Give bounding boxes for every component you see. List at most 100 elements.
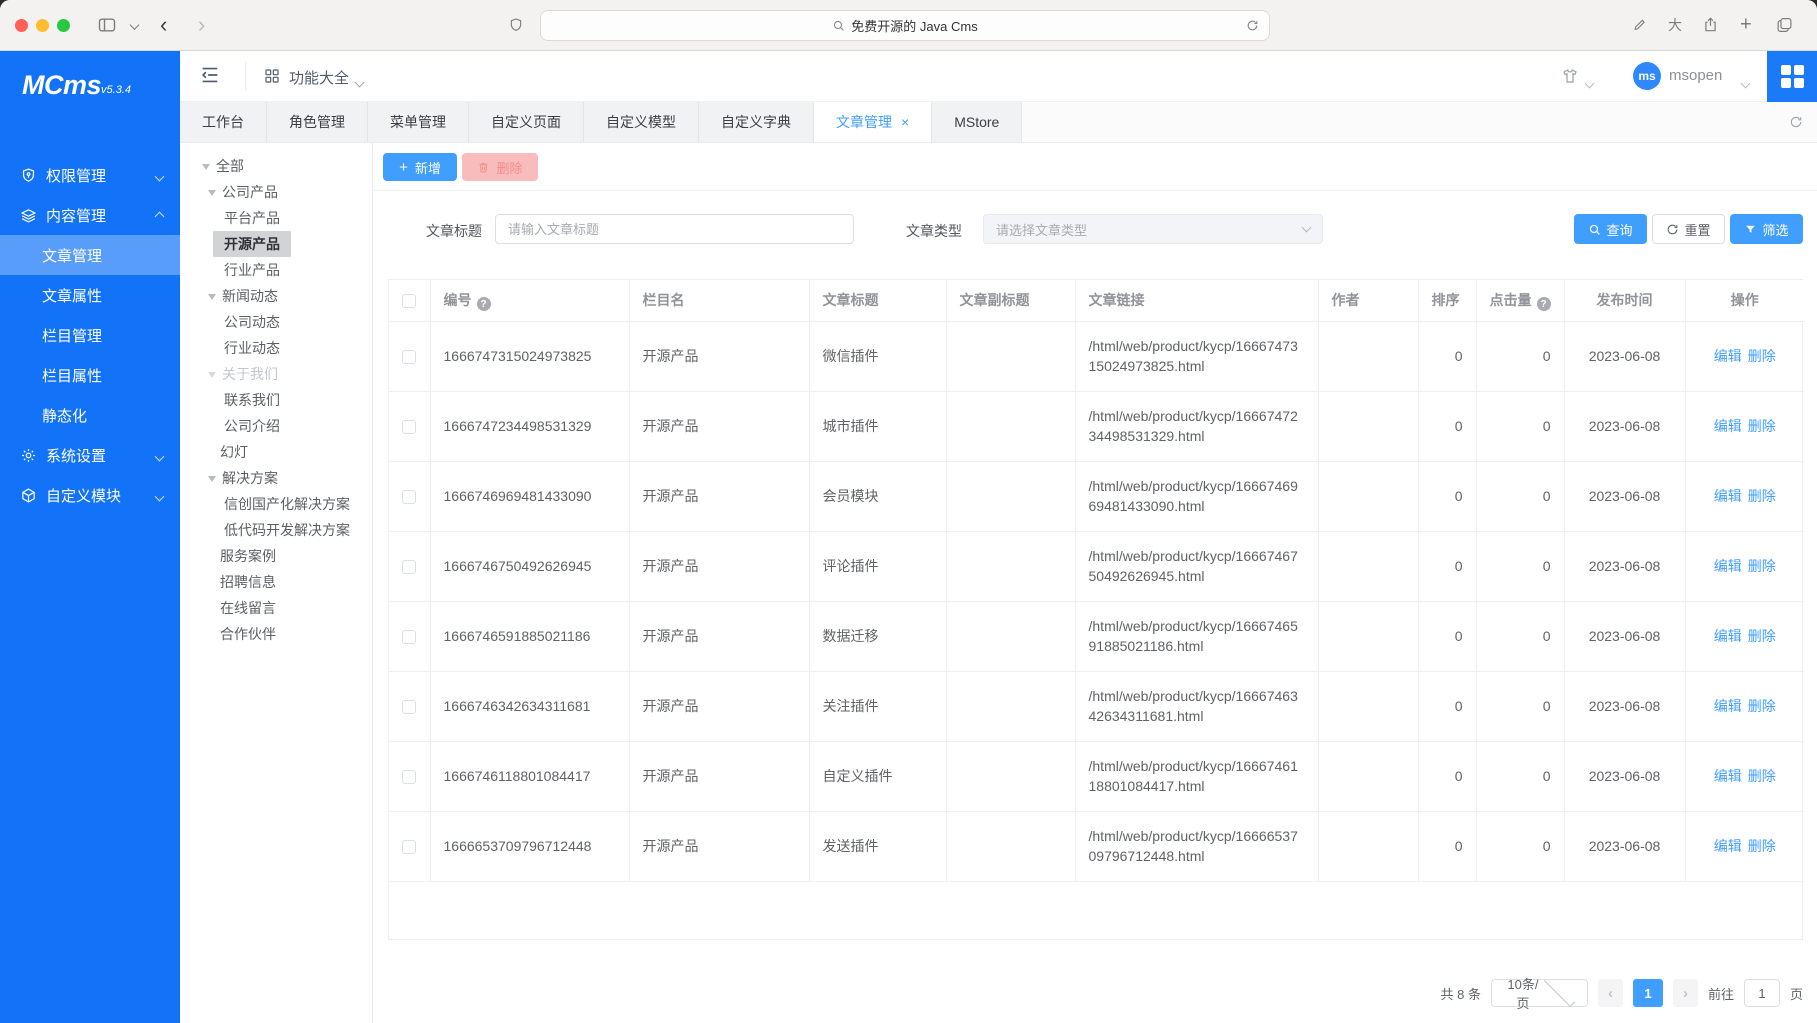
article-type-select[interactable]: 请选择文章类型: [983, 214, 1323, 244]
username-label[interactable]: msopen: [1669, 67, 1722, 84]
tree-node[interactable]: 合作伙伴: [180, 621, 372, 647]
tree-node[interactable]: 幻灯: [180, 439, 372, 465]
search-button[interactable]: 查询: [1574, 214, 1647, 244]
delete-link[interactable]: 删除: [1748, 768, 1776, 784]
sidebar-subitem-article-management[interactable]: 文章管理: [0, 235, 180, 275]
delete-button[interactable]: 删除: [462, 153, 538, 181]
help-icon[interactable]: [477, 297, 491, 311]
close-icon[interactable]: [901, 114, 909, 130]
tree-node[interactable]: 解决方案: [180, 465, 372, 491]
sidebar-chevron-icon[interactable]: [131, 22, 138, 29]
close-window-button[interactable]: [15, 19, 28, 32]
row-checkbox[interactable]: [402, 630, 416, 644]
filter-button[interactable]: 筛选: [1730, 214, 1803, 244]
grid-icon[interactable]: [264, 68, 280, 84]
edit-link[interactable]: 编辑: [1714, 348, 1742, 364]
delete-link[interactable]: 删除: [1748, 348, 1776, 364]
row-checkbox[interactable]: [402, 770, 416, 784]
edit-link[interactable]: 编辑: [1714, 768, 1742, 784]
select-all-checkbox[interactable]: [402, 294, 416, 308]
tab-menu-management[interactable]: 菜单管理: [368, 102, 469, 142]
chevron-down-icon[interactable]: [1586, 74, 1593, 92]
forward-button[interactable]: ›: [198, 14, 205, 36]
delete-link[interactable]: 删除: [1748, 838, 1776, 854]
tree-node[interactable]: 信创国产化解决方案: [180, 491, 372, 517]
compose-icon[interactable]: [1632, 18, 1647, 33]
layout-settings-button[interactable]: [1767, 51, 1817, 102]
translate-icon[interactable]: 大: [1668, 15, 1682, 35]
share-icon[interactable]: [1702, 17, 1719, 34]
theme-tshirt-icon[interactable]: [1561, 67, 1579, 85]
edit-link[interactable]: 编辑: [1714, 698, 1742, 714]
tree-node[interactable]: 联系我们: [180, 387, 372, 413]
tab-custom-page[interactable]: 自定义页面: [469, 102, 584, 142]
tree-node[interactable]: 关于我们: [180, 361, 372, 387]
add-button[interactable]: 新增: [383, 153, 457, 181]
next-page-button[interactable]: [1673, 979, 1698, 1007]
minimize-window-button[interactable]: [36, 19, 49, 32]
sidebar-subitem-static[interactable]: 静态化: [0, 395, 180, 435]
row-checkbox[interactable]: [402, 840, 416, 854]
refresh-tabs-icon[interactable]: [1775, 102, 1817, 142]
tree-node[interactable]: 行业动态: [180, 335, 372, 361]
chevron-down-icon[interactable]: [356, 73, 363, 91]
tree-node[interactable]: 新闻动态: [180, 283, 372, 309]
tree-node[interactable]: 行业产品: [180, 257, 372, 283]
address-bar[interactable]: 免费开源的 Java Cms: [540, 10, 1270, 41]
tree-node[interactable]: 全部: [180, 153, 372, 179]
edit-link[interactable]: 编辑: [1714, 558, 1742, 574]
delete-link[interactable]: 删除: [1748, 628, 1776, 644]
edit-link[interactable]: 编辑: [1714, 628, 1742, 644]
article-title-input[interactable]: [495, 214, 854, 244]
tab-role-management[interactable]: 角色管理: [267, 102, 368, 142]
edit-link[interactable]: 编辑: [1714, 418, 1742, 434]
sidebar-subitem-column-attrs[interactable]: 栏目属性: [0, 355, 180, 395]
tree-node[interactable]: 在线留言: [180, 595, 372, 621]
delete-link[interactable]: 删除: [1748, 698, 1776, 714]
edit-link[interactable]: 编辑: [1714, 838, 1742, 854]
current-page-button[interactable]: 1: [1633, 979, 1663, 1007]
row-checkbox[interactable]: [402, 350, 416, 364]
tree-node[interactable]: 招聘信息: [180, 569, 372, 595]
sidebar-item-content[interactable]: 内容管理: [0, 195, 180, 235]
row-checkbox[interactable]: [402, 420, 416, 434]
sidebar-subitem-column-management[interactable]: 栏目管理: [0, 315, 180, 355]
delete-link[interactable]: 删除: [1748, 488, 1776, 504]
tree-node[interactable]: 服务案例: [180, 543, 372, 569]
back-button[interactable]: ‹: [160, 14, 167, 36]
sidebar-item-system-settings[interactable]: 系统设置: [0, 435, 180, 475]
collapse-menu-icon[interactable]: [199, 64, 225, 90]
row-checkbox[interactable]: [402, 700, 416, 714]
reset-button[interactable]: 重置: [1652, 214, 1725, 244]
sidebar-item-permissions[interactable]: 权限管理: [0, 155, 180, 195]
prev-page-button[interactable]: [1598, 979, 1623, 1007]
new-tab-icon[interactable]: +: [1740, 14, 1752, 37]
tree-node[interactable]: 公司介绍: [180, 413, 372, 439]
tab-custom-model[interactable]: 自定义模型: [584, 102, 699, 142]
sidebar-subitem-article-attrs[interactable]: 文章属性: [0, 275, 180, 315]
sidebar-item-custom-module[interactable]: 自定义模块: [0, 475, 180, 515]
delete-link[interactable]: 删除: [1748, 558, 1776, 574]
page-size-select[interactable]: 10条/页: [1491, 979, 1588, 1007]
tab-custom-dict[interactable]: 自定义字典: [699, 102, 814, 142]
chevron-down-icon[interactable]: [1742, 74, 1749, 92]
tab-overview-icon[interactable]: [1776, 17, 1793, 34]
tab-mstore[interactable]: MStore: [932, 102, 1022, 142]
fullscreen-window-button[interactable]: [57, 19, 70, 32]
help-icon[interactable]: [1537, 297, 1551, 311]
tree-node[interactable]: 开源产品: [180, 231, 372, 257]
row-checkbox[interactable]: [402, 560, 416, 574]
goto-page-input[interactable]: [1744, 979, 1780, 1007]
feature-menu-label[interactable]: 功能大全: [289, 67, 349, 88]
tree-node[interactable]: 低代码开发解决方案: [180, 517, 372, 543]
delete-link[interactable]: 删除: [1748, 418, 1776, 434]
row-checkbox[interactable]: [402, 490, 416, 504]
tree-node[interactable]: 公司动态: [180, 309, 372, 335]
reload-icon[interactable]: [1246, 19, 1259, 37]
tree-node[interactable]: 公司产品: [180, 179, 372, 205]
tab-article-management[interactable]: 文章管理: [814, 102, 932, 142]
user-avatar[interactable]: ms: [1633, 62, 1661, 90]
edit-link[interactable]: 编辑: [1714, 488, 1742, 504]
sidebar-toggle-icon[interactable]: [97, 15, 117, 35]
privacy-shield-icon[interactable]: [508, 17, 524, 33]
